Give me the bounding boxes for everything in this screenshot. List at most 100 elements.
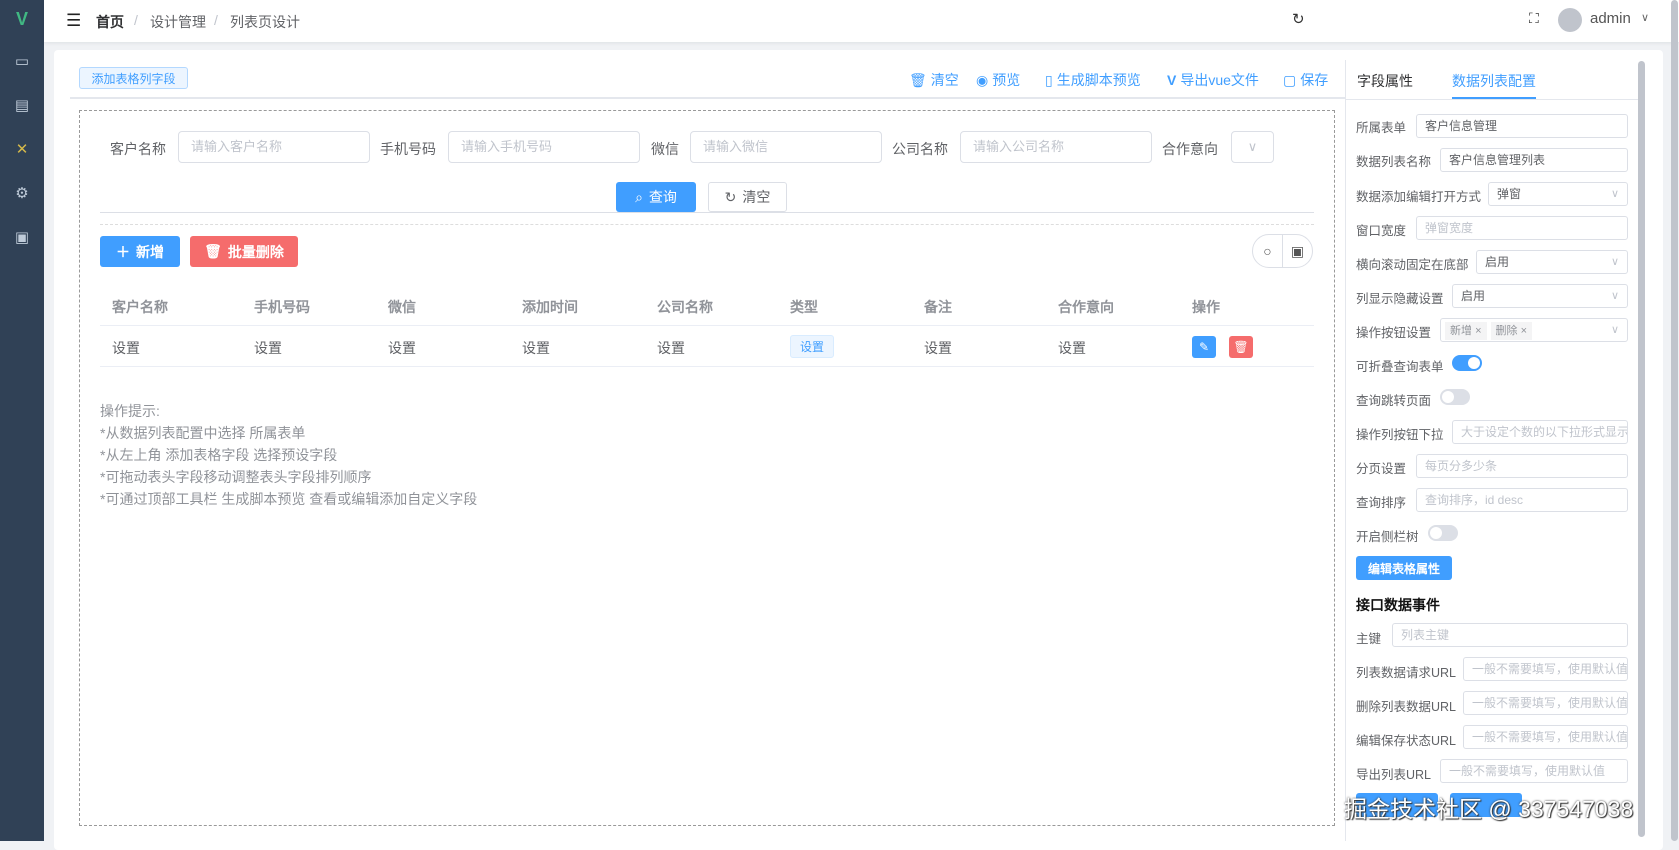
col-toggle-label: 列显示隐藏设置 [1356, 292, 1444, 306]
edit-row-button[interactable]: ✎ [1192, 336, 1216, 358]
column-header[interactable]: 公司名称 [657, 297, 713, 317]
user-name[interactable]: admin [1590, 10, 1631, 27]
form-label: 所属表单 [1356, 121, 1407, 135]
delete-row-button[interactable]: 🗑 [1229, 336, 1253, 358]
table-cell: 设置 [254, 340, 282, 356]
tree-toggle[interactable] [1428, 525, 1458, 541]
file-code-icon: ▯ [1045, 71, 1053, 88]
toolbox-icon[interactable]: ▣ [12, 227, 32, 247]
panel-divider [1345, 60, 1346, 841]
save-url-input[interactable]: 一般不需要填写，使用默认值 [1463, 725, 1628, 749]
list-name-input[interactable]: 客户信息管理列表 [1440, 148, 1628, 172]
collapsible-label: 可折叠查询表单 [1356, 360, 1444, 374]
hamburger-icon[interactable]: ☰ [66, 11, 81, 31]
column-header[interactable]: 添加时间 [522, 297, 578, 317]
tip-item: *从左上角 添加表格字段 选择预设字段 [100, 447, 338, 463]
fullscreen-icon[interactable]: ⛶ [1529, 10, 1539, 27]
divider [1346, 99, 1638, 100]
batch-delete-button[interactable]: 🗑 批量删除 [190, 236, 298, 267]
divider [100, 366, 1314, 367]
gear-icon[interactable]: ⚙ [12, 183, 32, 203]
avatar[interactable] [1558, 8, 1582, 32]
hscroll-label: 横向滚动固定在底部 [1356, 258, 1469, 272]
plus-icon: ＋ [116, 243, 130, 260]
delete-url-input[interactable]: 一般不需要填写，使用默认值 [1463, 691, 1628, 715]
phone-input[interactable]: 请输入手机号码 [448, 131, 640, 163]
column-header[interactable]: 微信 [388, 297, 416, 317]
breadcrumb-item[interactable]: 设计管理 [150, 12, 206, 32]
op-buttons-select[interactable]: 新增 × 删除 × ∨ [1440, 318, 1628, 342]
script-preview-button[interactable]: ▯ 生成脚本预览 [1045, 70, 1141, 90]
preview-label: 预览 [992, 72, 1021, 88]
chevron-down-icon[interactable]: ∨ [1641, 11, 1649, 24]
column-header[interactable]: 手机号码 [254, 297, 310, 317]
breadcrumb-separator: / [134, 12, 138, 28]
reset-button[interactable]: ↻ 清空 [708, 182, 787, 212]
close-icon[interactable]: × [1521, 325, 1527, 337]
pk-input[interactable]: 列表主键 [1392, 623, 1628, 647]
clear-button[interactable]: 🗑 清空 [909, 70, 959, 90]
search-toggle-icon[interactable]: ○ [1253, 235, 1283, 267]
export-vue-label: 导出vue文件 [1180, 72, 1259, 88]
column-header[interactable]: 操作 [1192, 297, 1220, 317]
query-button[interactable]: ⌕ 查询 [616, 182, 696, 212]
sort-input[interactable]: 查询排序，id desc [1416, 488, 1628, 512]
delete-url-label: 删除列表数据URL [1356, 700, 1457, 714]
dropdown-input[interactable]: 大于设定个数的以下拉形式显示 [1452, 420, 1628, 444]
table-tools-group: ○ ▣ [1252, 234, 1313, 268]
tag-delete[interactable]: 删除 × [1490, 322, 1532, 340]
close-icon[interactable]: × [1475, 325, 1481, 337]
window-width-input[interactable]: 弹窗宽度 [1416, 216, 1628, 240]
wechat-input[interactable]: 请输入微信 [690, 131, 882, 163]
column-header[interactable]: 备注 [924, 297, 952, 317]
dropdown-label: 操作列按钮下拉 [1356, 428, 1444, 442]
divider [100, 325, 1314, 326]
cooperation-select[interactable]: ∨ [1231, 131, 1274, 163]
column-header[interactable]: 客户名称 [112, 297, 168, 317]
tag-label: 新增 [1450, 325, 1472, 337]
panel-scrollbar[interactable] [1638, 61, 1645, 837]
tools-icon[interactable]: ✕ [12, 139, 32, 159]
hscroll-select[interactable]: 启用 ∨ [1476, 250, 1628, 274]
tip-item: *从数据列表配置中选择 所属表单 [100, 425, 306, 441]
edit-table-attrs-button[interactable]: 编辑表格属性 [1356, 556, 1452, 580]
document-icon[interactable]: ▤ [12, 95, 32, 115]
list-url-input[interactable]: 一般不需要填写，使用默认值 [1463, 657, 1628, 681]
open-mode-value: 弹窗 [1497, 187, 1522, 201]
toolbar-divider [70, 97, 1345, 99]
breadcrumb-home[interactable]: 首页 [96, 12, 124, 32]
save-icon: ▢ [1283, 71, 1297, 88]
column-header[interactable]: 合作意向 [1058, 297, 1114, 317]
form-input[interactable]: 客户信息管理 [1416, 114, 1628, 138]
column-settings-icon[interactable]: ▣ [1283, 235, 1312, 267]
preview-button[interactable]: ◉ 预览 [976, 70, 1020, 90]
search-label: 公司名称 [892, 141, 948, 157]
query-label: 查询 [648, 189, 677, 205]
vue-logo-icon: V [15, 8, 28, 29]
op-buttons-label: 操作按钮设置 [1356, 326, 1432, 340]
export-vue-button[interactable]: V 导出vue文件 [1167, 70, 1259, 90]
tips-title: 操作提示: [100, 403, 160, 419]
tab-field-properties[interactable]: 字段属性 [1357, 71, 1413, 91]
monitor-icon[interactable]: ▭ [12, 51, 32, 71]
jump-toggle[interactable] [1440, 389, 1470, 405]
page-size-input[interactable]: 每页分多少条 [1416, 454, 1628, 478]
tag-add[interactable]: 新增 × [1445, 322, 1487, 340]
trash-icon: 🗑 [1233, 340, 1249, 354]
watermark: 掘金技术社区 @ 337547038 [1344, 796, 1634, 822]
tab-list-config[interactable]: 数据列表配置 [1452, 71, 1536, 91]
add-button[interactable]: ＋ 新增 [100, 236, 180, 267]
customer-name-input[interactable]: 请输入客户名称 [178, 131, 370, 163]
col-toggle-select[interactable]: 启用 ∨ [1452, 284, 1628, 308]
export-url-input[interactable]: 一般不需要填写，使用默认值 [1440, 759, 1628, 783]
refresh-icon[interactable]: ↻ [1292, 10, 1305, 28]
open-mode-select[interactable]: 弹窗 ∨ [1488, 182, 1628, 206]
add-table-field-button[interactable]: 添加表格列字段 [79, 67, 188, 89]
column-header[interactable]: 类型 [790, 297, 818, 317]
company-input[interactable]: 请输入公司名称 [960, 131, 1152, 163]
sidebar: V ▭ ▤ ✕ ⚙ ▣ [0, 0, 44, 841]
page-scrollbar[interactable] [1671, 0, 1678, 841]
collapsible-toggle[interactable] [1452, 355, 1482, 371]
save-button[interactable]: ▢ 保存 [1283, 70, 1328, 90]
type-tag: 设置 [790, 335, 835, 358]
